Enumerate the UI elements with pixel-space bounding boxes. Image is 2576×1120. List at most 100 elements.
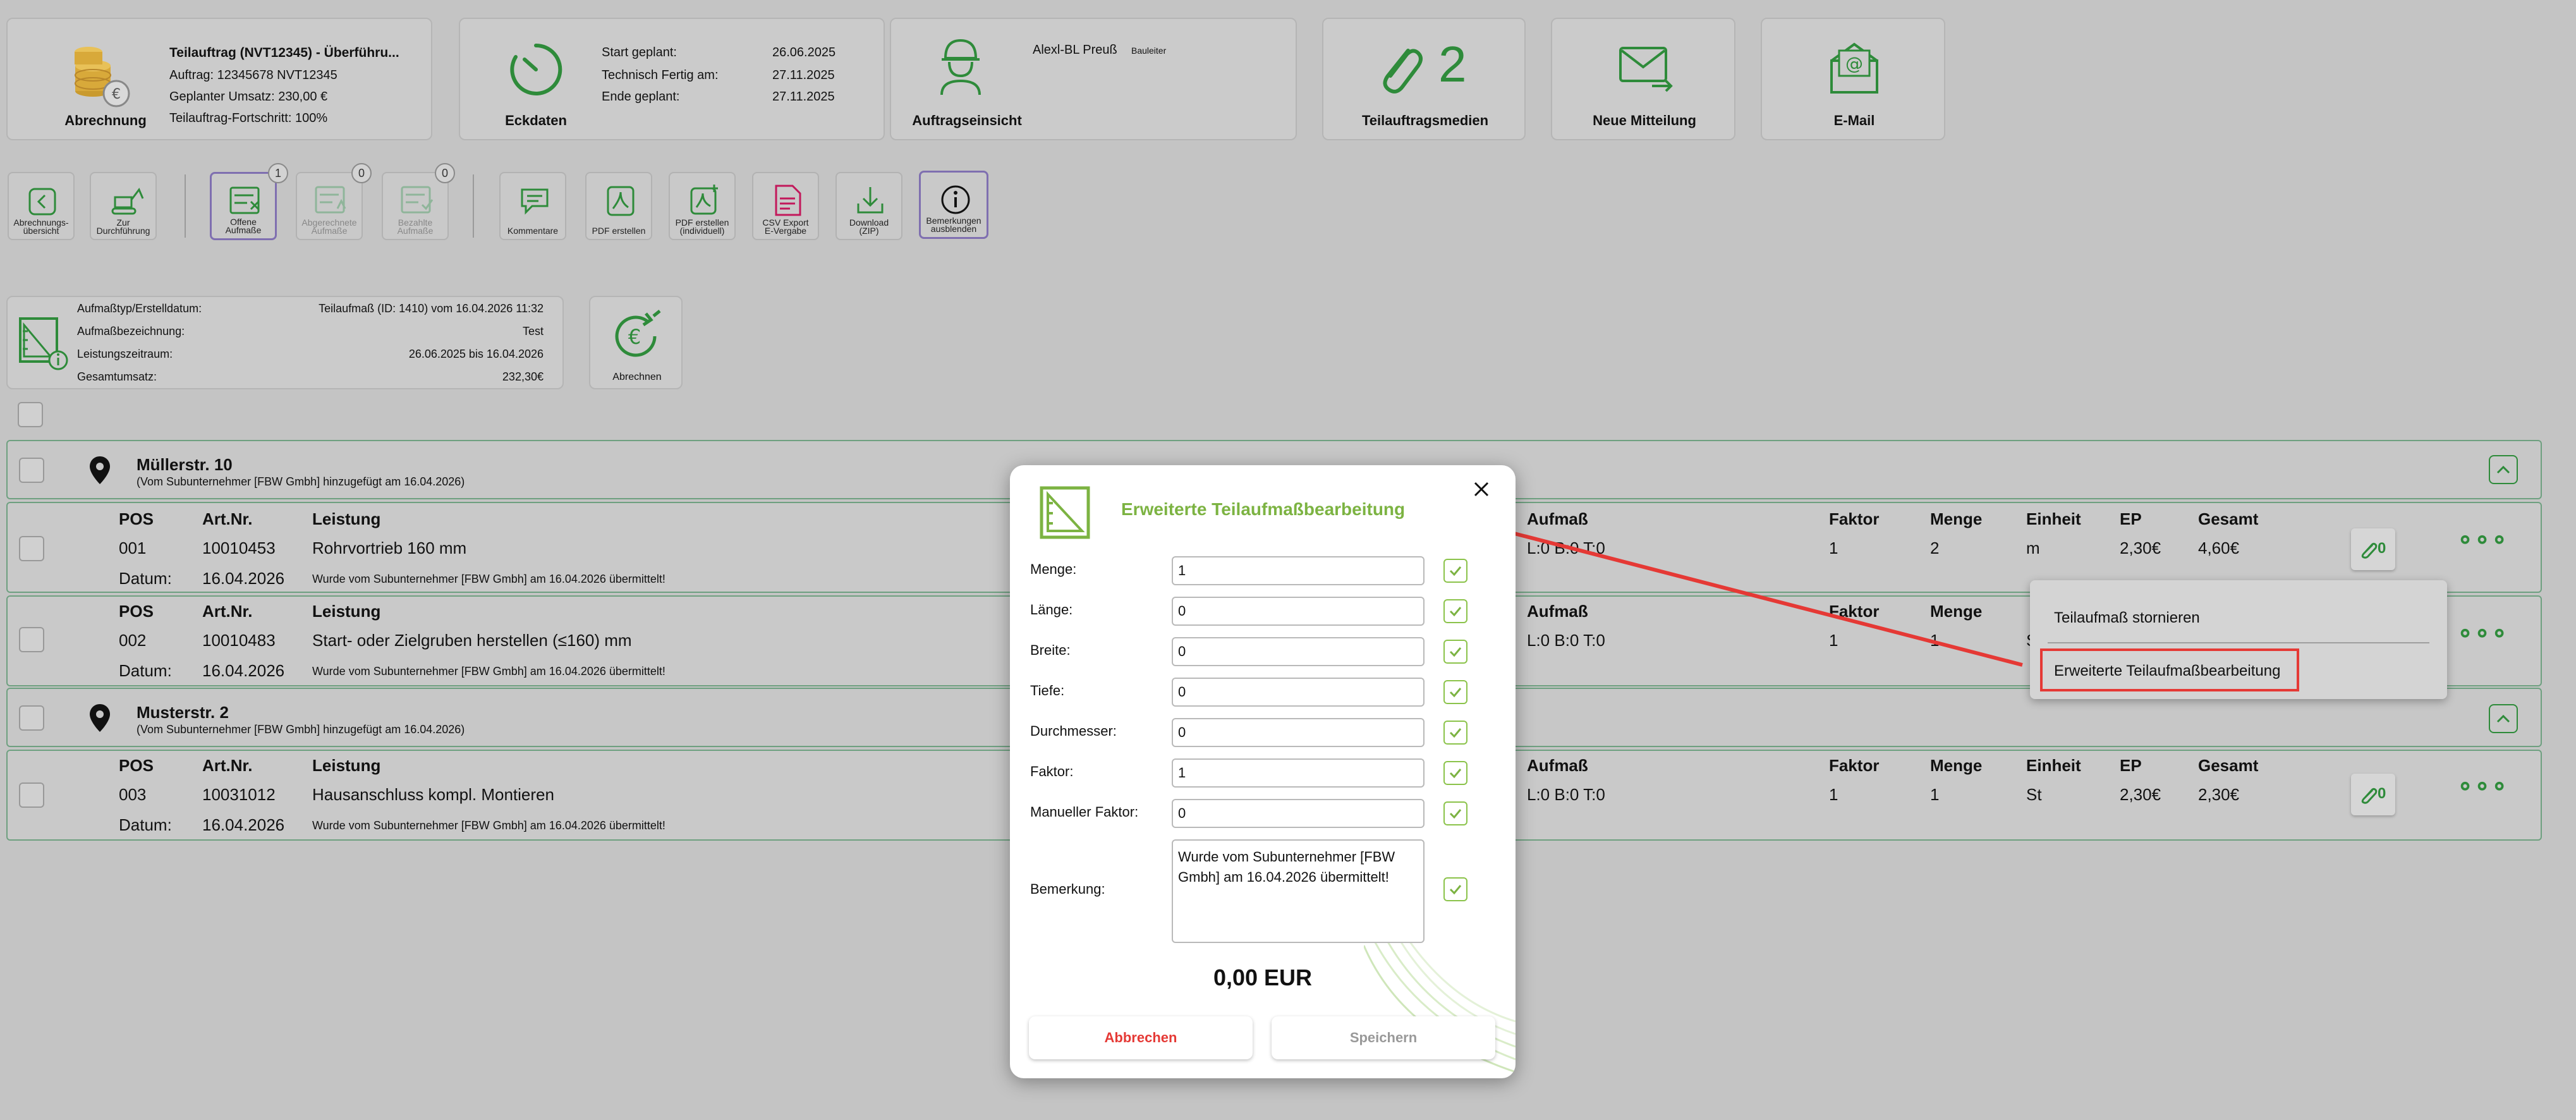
bauleiter-role: Bauleiter <box>1131 46 1167 56</box>
abgerechnete-aufmasse-button[interactable]: Abgerechnete Aufmaße <box>296 172 363 240</box>
eckdaten-card[interactable]: Eckdaten Start geplant: 26.06.2025 Techn… <box>459 18 885 140</box>
paperclip-icon <box>1383 49 1423 94</box>
tiefe-input[interactable] <box>1172 678 1425 707</box>
row-checkbox[interactable] <box>19 782 44 808</box>
gesamtumsatz-value: 232,30€ <box>502 370 544 383</box>
abrechnen-label: Abrechnen <box>612 372 662 382</box>
select-all-checkbox[interactable] <box>18 402 43 427</box>
breite-confirm-checkbox[interactable] <box>1443 640 1467 664</box>
abgerechnete-aufmasse-label: Abgerechnete Aufmaße <box>301 217 357 236</box>
abrechnen-button[interactable]: € Abrechnen <box>589 296 683 389</box>
tiefe-confirm-checkbox[interactable] <box>1443 680 1467 704</box>
offene-aufmasse-button[interactable]: Offene Aufmaße <box>210 172 277 240</box>
zur-durchfuehrung-label: Zur Durchführung <box>96 217 150 236</box>
pdf-custom-icon <box>690 185 718 215</box>
offene-aufmasse-label: Offene Aufmaße <box>225 217 262 235</box>
teilauftragsmedien-card[interactable]: 2 Teilauftragsmedien <box>1322 18 1526 140</box>
group-checkbox[interactable] <box>19 458 44 483</box>
download-zip-button[interactable]: Download (ZIP) <box>835 172 902 240</box>
col-faktor: Faktor <box>1829 756 1880 775</box>
cell-datum: 16.04.2026 <box>202 569 285 588</box>
breite-label: Breite: <box>1030 642 1071 658</box>
durchmesser-label: Durchmesser: <box>1030 723 1117 739</box>
eckdaten-card-title: Eckdaten <box>505 113 567 128</box>
neue-mitteilung-card-title: Neue Mitteilung <box>1593 113 1696 128</box>
excavator-icon <box>111 188 144 215</box>
abrechnungsuebersicht-label: Abrechnungs- übersicht <box>13 217 69 236</box>
menu-item-erweiterte-bearbeitung[interactable]: Erweiterte Teilaufmaßbearbeitung <box>2040 648 2299 691</box>
attachments-button[interactable]: 0 <box>2351 528 2395 570</box>
laenge-input[interactable] <box>1172 597 1425 626</box>
durchmesser-input[interactable] <box>1172 718 1425 747</box>
col-ep: EP <box>2120 509 2142 528</box>
group-subtitle: (Vom Subunternehmer [FBW Gmbh] hinzugefü… <box>137 723 465 736</box>
paperclip-icon <box>2361 788 2378 804</box>
cell-leistung: Start- oder Zielgruben herstellen (≤160)… <box>312 631 632 650</box>
attachments-button[interactable]: 0 <box>2351 774 2395 815</box>
pdf-erstellen-label: PDF erstellen <box>592 226 646 236</box>
cancel-button[interactable]: Abbrechen <box>1029 1016 1253 1059</box>
col-pos: POS <box>119 756 154 775</box>
paid-measure-icon <box>401 186 434 214</box>
cell-leistung: Hausanschluss kompl. Montieren <box>312 785 554 804</box>
aufmasstyp-value: Teilaufmaß (ID: 1410) vom 16.04.2026 11:… <box>319 302 544 315</box>
pdf-individuell-button[interactable]: PDF erstellen (individuell) <box>669 172 736 240</box>
email-card-title: E-Mail <box>1833 113 1875 128</box>
check-icon <box>1449 728 1462 738</box>
auftragseinsicht-card[interactable]: Auftragseinsicht Alexl-BL Preuß Bauleite… <box>890 18 1297 140</box>
menu-item-stornieren[interactable]: Teilaufmaß stornieren <box>2054 609 2200 627</box>
svg-text:€: € <box>628 325 641 349</box>
manueller-faktor-input[interactable] <box>1172 799 1425 828</box>
durchmesser-confirm-checkbox[interactable] <box>1443 721 1467 745</box>
col-menge: Menge <box>1930 756 1983 775</box>
start-geplant-value: 26.06.2025 <box>772 46 836 59</box>
collapse-group-button[interactable] <box>2489 455 2518 484</box>
row-checkbox[interactable] <box>19 627 44 652</box>
menge-input[interactable] <box>1172 556 1425 585</box>
bezahlte-aufmasse-button[interactable]: Bezahlte Aufmaße <box>382 172 449 240</box>
kommentare-button[interactable]: Kommentare <box>499 172 566 240</box>
faktor-confirm-checkbox[interactable] <box>1443 761 1467 785</box>
bemerkung-confirm-checkbox[interactable] <box>1443 877 1467 901</box>
zur-durchfuehrung-button[interactable]: Zur Durchführung <box>90 172 157 240</box>
menge-confirm-checkbox[interactable] <box>1443 559 1467 583</box>
group-checkbox[interactable] <box>19 705 44 731</box>
manueller-faktor-confirm-checkbox[interactable] <box>1443 801 1467 825</box>
measure-info-icon <box>19 317 68 370</box>
bemerkungen-ausblenden-button[interactable]: Bemerkungen ausblenden <box>919 171 988 239</box>
clock-icon <box>510 43 562 95</box>
breite-input[interactable] <box>1172 637 1425 666</box>
neue-mitteilung-card[interactable]: Neue Mitteilung <box>1551 18 1735 140</box>
euro-refresh-icon: € <box>615 310 661 357</box>
chevron-up-icon <box>2496 714 2510 723</box>
row-checkbox[interactable] <box>19 536 44 561</box>
close-icon[interactable] <box>1470 478 1493 501</box>
laenge-confirm-checkbox[interactable] <box>1443 599 1467 623</box>
aufmassbezeichnung-value: Test <box>522 325 544 338</box>
faktor-input[interactable] <box>1172 758 1425 788</box>
offene-aufmasse-badge: 1 <box>268 163 288 183</box>
row-menu-button[interactable]: ∘∘∘ <box>2457 618 2508 647</box>
row-menu-button[interactable]: ∘∘∘ <box>2457 771 2508 800</box>
col-aufmass: Aufmaß <box>1527 756 1588 775</box>
save-button[interactable]: Speichern <box>1272 1016 1495 1059</box>
cell-gesamt: 4,60€ <box>2198 539 2240 557</box>
abrechnung-card[interactable]: € Abrechnung Teilauftrag (NVT12345) - Üb… <box>6 18 432 140</box>
group-address: Musterstr. 2 <box>137 703 229 722</box>
abrechnung-heading: Teilauftrag (NVT12345) - Überführu... <box>169 46 399 60</box>
row-menu-button[interactable]: ∘∘∘ <box>2457 525 2508 554</box>
abrechnungsuebersicht-button[interactable]: Abrechnungs- übersicht <box>8 172 75 240</box>
menu-divider <box>2048 642 2429 643</box>
collapse-group-button[interactable] <box>2489 704 2518 733</box>
toolbar-divider <box>185 174 186 238</box>
email-at-icon: @ <box>1830 42 1878 94</box>
abrechnung-card-title: Abrechnung <box>64 113 147 128</box>
col-pos: POS <box>119 509 154 528</box>
bemerkung-textarea[interactable]: Wurde vom Subunternehmer [FBW Gmbh] am 1… <box>1172 839 1425 943</box>
col-artnr: Art.Nr. <box>202 602 253 621</box>
bauleiter-name: Alexl-BL Preuß <box>1033 43 1117 57</box>
pdf-erstellen-button[interactable]: PDF erstellen <box>585 172 652 240</box>
measure-icon <box>1040 486 1090 539</box>
email-card[interactable]: @ E-Mail <box>1761 18 1945 140</box>
csv-export-button[interactable]: CSV Export E-Vergabe <box>752 172 819 240</box>
